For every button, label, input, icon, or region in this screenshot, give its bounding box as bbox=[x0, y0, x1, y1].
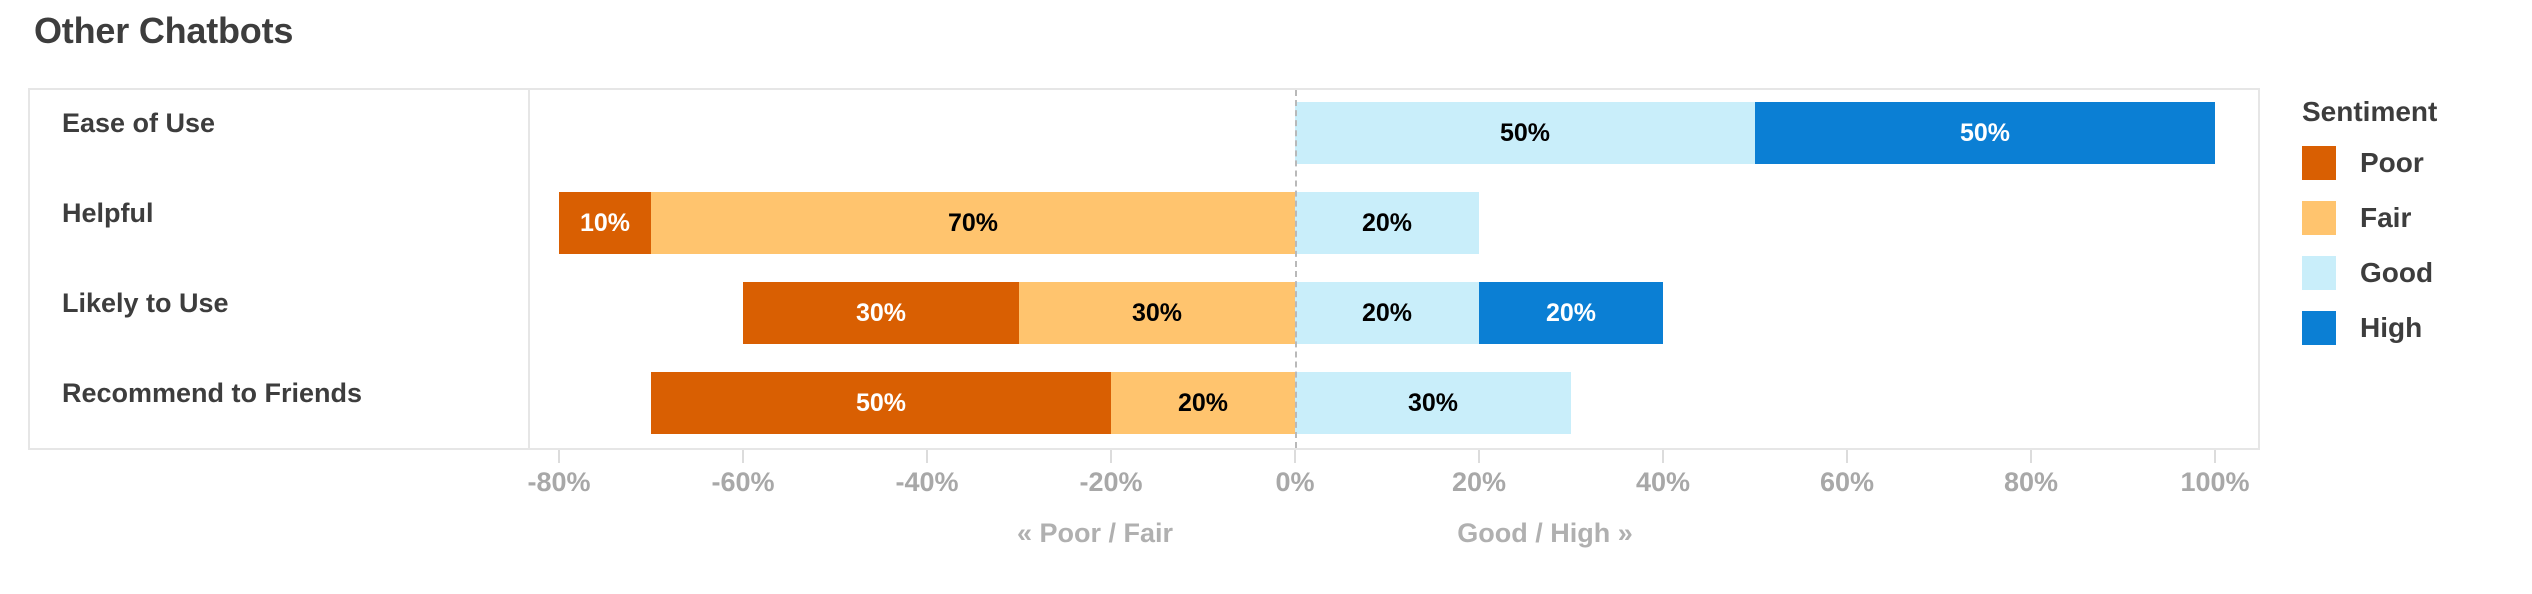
bar-segment-good[interactable]: 50% bbox=[1295, 102, 1755, 164]
x-axis-tick-label: 80% bbox=[2003, 467, 2059, 497]
x-axis-tick bbox=[1846, 450, 1848, 463]
bar-segment-good[interactable]: 30% bbox=[1295, 372, 1571, 434]
bar-segment-value: 50% bbox=[1959, 118, 2011, 147]
bar-segment-fair[interactable]: 20% bbox=[1111, 372, 1295, 434]
legend-swatch-high bbox=[2302, 311, 2336, 345]
legend-item[interactable]: Poor bbox=[2302, 140, 2437, 186]
bar-segment-value: 20% bbox=[1545, 298, 1597, 327]
x-axis-tick bbox=[558, 450, 560, 463]
legend-swatch-fair bbox=[2302, 201, 2336, 235]
x-axis-tick-label: 0% bbox=[1275, 467, 1315, 497]
x-axis-tick bbox=[2030, 450, 2032, 463]
x-axis-tick-label: 60% bbox=[1819, 467, 1875, 497]
legend-item[interactable]: High bbox=[2302, 305, 2437, 351]
bars-area: 50% 50% 10% 70% 20% 30% 30% 20% 20% 50% 20% 30% bbox=[530, 90, 2258, 448]
bar-row: 30% 30% 20% 20% bbox=[530, 282, 2258, 344]
bar-segment-good[interactable]: 20% bbox=[1295, 282, 1479, 344]
legend-item-label: High bbox=[2360, 312, 2423, 343]
bar-segment-poor[interactable]: 10% bbox=[559, 192, 651, 254]
legend-item-label: Good bbox=[2360, 257, 2434, 288]
x-axis-tick-label: -80% bbox=[527, 467, 591, 497]
bar-segment-value: 50% bbox=[1499, 118, 1551, 147]
bar-segment-value: 20% bbox=[1177, 388, 1229, 417]
bar-segment-high[interactable]: 50% bbox=[1755, 102, 2215, 164]
legend-item-label: Fair bbox=[2360, 202, 2412, 233]
bar-segment-value: 30% bbox=[855, 298, 907, 327]
legend-swatch-poor bbox=[2302, 146, 2336, 180]
axis-note-positive: Good / High » bbox=[1457, 518, 1633, 548]
bar-segment-value: 10% bbox=[579, 208, 631, 237]
x-axis-tick bbox=[1110, 450, 1112, 463]
bar-row: 10% 70% 20% bbox=[530, 192, 2258, 254]
page-title: Other Chatbots bbox=[34, 10, 294, 51]
x-axis-tick-label: 100% bbox=[2180, 467, 2250, 497]
legend-item[interactable]: Fair bbox=[2302, 195, 2437, 241]
x-axis-tick bbox=[1478, 450, 1480, 463]
bar-segment-fair[interactable]: 30% bbox=[1019, 282, 1295, 344]
bar-row: 50% 50% bbox=[530, 102, 2258, 164]
bar-segment-value: 30% bbox=[1407, 388, 1459, 417]
bar-segment-value: 70% bbox=[947, 208, 999, 237]
x-axis-tick bbox=[1662, 450, 1664, 463]
bar-segment-fair[interactable]: 70% bbox=[651, 192, 1295, 254]
bar-segment-poor[interactable]: 30% bbox=[743, 282, 1019, 344]
x-axis-tick-label: 40% bbox=[1635, 467, 1691, 497]
bar-segment-value: 30% bbox=[1131, 298, 1183, 327]
x-axis-tick-label: -40% bbox=[895, 467, 959, 497]
legend-item[interactable]: Good bbox=[2302, 250, 2437, 296]
legend-items: Poor Fair Good High bbox=[2302, 140, 2437, 351]
legend-item-label: Poor bbox=[2360, 147, 2424, 178]
zero-baseline bbox=[1295, 90, 1297, 448]
bar-segment-value: 50% bbox=[855, 388, 907, 417]
legend: Sentiment Poor Fair Good High bbox=[2302, 96, 2437, 360]
legend-swatch-good bbox=[2302, 256, 2336, 290]
x-axis: -80% -60% -40% -20% 0% 20% 40% 60% 80% 100% bbox=[0, 450, 2532, 550]
x-axis-tick bbox=[2214, 450, 2216, 463]
row-label: Helpful bbox=[62, 198, 154, 228]
bar-segment-poor[interactable]: 50% bbox=[651, 372, 1111, 434]
x-axis-tick-label: -60% bbox=[711, 467, 775, 497]
x-axis-tick bbox=[1294, 450, 1296, 463]
bar-segment-good[interactable]: 20% bbox=[1295, 192, 1479, 254]
x-axis-tick-label: -20% bbox=[1079, 467, 1143, 497]
legend-title: Sentiment bbox=[2302, 96, 2438, 127]
bar-segment-value: 20% bbox=[1361, 298, 1413, 327]
row-label: Likely to Use bbox=[62, 288, 229, 318]
bar-segment-value: 20% bbox=[1361, 208, 1413, 237]
bar-segment-high[interactable]: 20% bbox=[1479, 282, 1663, 344]
bar-row: 50% 20% 30% bbox=[530, 372, 2258, 434]
axis-note-negative: « Poor / Fair bbox=[1016, 518, 1174, 548]
x-axis-tick bbox=[926, 450, 928, 463]
x-axis-tick bbox=[742, 450, 744, 463]
row-label: Ease of Use bbox=[62, 108, 216, 138]
row-label: Recommend to Friends bbox=[62, 378, 363, 408]
chart-container: Other Chatbots Ease of Use Helpful Likely … bbox=[0, 0, 2532, 594]
x-axis-tick-label: 20% bbox=[1451, 467, 1507, 497]
